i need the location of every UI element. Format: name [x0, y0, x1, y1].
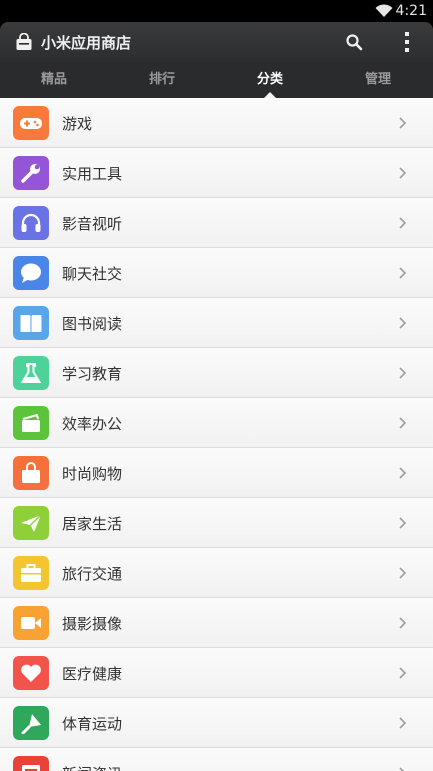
shopping-bag-icon — [13, 456, 49, 490]
headphones-icon — [13, 206, 49, 240]
tab-ranking[interactable]: 排行 — [108, 62, 216, 98]
status-bar: 4:21 — [0, 0, 433, 22]
shopping-bag-icon[interactable] — [15, 33, 33, 51]
category-row-health[interactable]: 医疗健康 — [0, 648, 433, 698]
category-row-books[interactable]: 图书阅读 — [0, 298, 433, 348]
chevron-right-icon — [399, 267, 407, 279]
wrench-icon — [13, 156, 49, 190]
status-time: 4:21 — [395, 3, 427, 19]
book-icon — [13, 306, 49, 340]
paper-plane-icon — [13, 506, 49, 540]
category-row-social[interactable]: 聊天社交 — [0, 248, 433, 298]
category-label: 学习教育 — [62, 365, 123, 383]
suitcase-icon — [13, 556, 49, 590]
chevron-right-icon — [399, 367, 407, 379]
category-row-shopping[interactable]: 时尚购物 — [0, 448, 433, 498]
briefcase-icon — [13, 406, 49, 440]
category-label: 医疗健康 — [62, 665, 123, 683]
chevron-right-icon — [399, 717, 407, 729]
chevron-right-icon — [399, 617, 407, 629]
flask-icon — [13, 356, 49, 390]
chevron-right-icon — [399, 317, 407, 329]
gamepad-icon — [13, 106, 49, 140]
category-row-games[interactable]: 游戏 — [0, 98, 433, 148]
category-label: 体育运动 — [62, 715, 123, 733]
chevron-right-icon — [399, 217, 407, 229]
chat-bubble-icon — [13, 256, 49, 290]
category-label: 影音视听 — [62, 215, 123, 233]
video-camera-icon — [13, 606, 49, 640]
tab-manage[interactable]: 管理 — [324, 62, 432, 98]
more-vertical-icon[interactable] — [398, 31, 416, 53]
chevron-right-icon — [399, 517, 407, 529]
category-label: 效率办公 — [62, 415, 123, 433]
category-row-education[interactable]: 学习教育 — [0, 348, 433, 398]
category-label: 图书阅读 — [62, 315, 123, 333]
category-row-travel[interactable]: 旅行交通 — [0, 548, 433, 598]
heart-icon — [13, 656, 49, 690]
category-row-media[interactable]: 影音视听 — [0, 198, 433, 248]
tab-bar: 精品 排行 分类 管理 — [0, 62, 433, 99]
category-label: 游戏 — [62, 115, 93, 133]
category-list: 游戏 实用工具 影音视听 聊天社交 图书阅读 学习教育 效率办公 时尚购物 居家… — [0, 98, 433, 771]
tab-featured[interactable]: 精品 — [0, 62, 108, 98]
chevron-right-icon — [399, 167, 407, 179]
category-row-photography[interactable]: 摄影摄像 — [0, 598, 433, 648]
chevron-right-icon — [399, 567, 407, 579]
chevron-right-icon — [399, 767, 405, 771]
category-label: 摄影摄像 — [62, 615, 123, 633]
category-row-home-life[interactable]: 居家生活 — [0, 498, 433, 548]
chevron-right-icon — [399, 417, 407, 429]
newspaper-icon — [13, 756, 49, 771]
category-row-productivity[interactable]: 效率办公 — [0, 398, 433, 448]
category-label: 时尚购物 — [62, 465, 123, 483]
category-label: 聊天社交 — [62, 265, 123, 283]
category-label: 实用工具 — [62, 165, 123, 183]
search-icon[interactable] — [345, 33, 363, 51]
category-row-sports[interactable]: 体育运动 — [0, 698, 433, 748]
chevron-right-icon — [399, 667, 407, 679]
badminton-icon — [13, 706, 49, 740]
chevron-right-icon — [399, 467, 407, 479]
tab-categories[interactable]: 分类 — [216, 62, 324, 99]
wifi-icon — [375, 4, 393, 17]
category-label: 旅行交通 — [62, 565, 123, 583]
category-label: 居家生活 — [62, 515, 123, 533]
category-row-tools[interactable]: 实用工具 — [0, 148, 433, 198]
category-label: 新闻资讯 — [62, 763, 122, 771]
chevron-right-icon — [399, 117, 407, 129]
app-bar: 小米应用商店 — [0, 22, 433, 62]
app-title: 小米应用商店 — [41, 34, 132, 52]
category-row-news[interactable]: 新闻资讯 — [0, 748, 433, 771]
